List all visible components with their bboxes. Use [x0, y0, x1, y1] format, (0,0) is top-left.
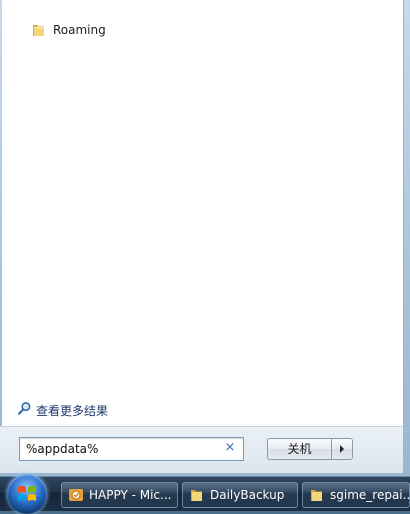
clear-search-icon[interactable]: ×: [223, 441, 237, 455]
see-more-results-link[interactable]: 查看更多结果: [17, 401, 108, 419]
search-icon: [17, 401, 32, 419]
taskbar-button-outlook[interactable]: HAPPY - Mic...: [61, 482, 178, 508]
search-results-pane: Roaming 查看更多结果: [2, 0, 404, 472]
taskbar-button-label: sgime_repai...: [330, 488, 409, 502]
folder-icon: [309, 487, 325, 503]
result-item-roaming[interactable]: Roaming: [27, 19, 110, 41]
result-label: Roaming: [53, 23, 106, 37]
taskbar-button-label: HAPPY - Mic...: [89, 488, 172, 502]
start-menu: Roaming 查看更多结果 × 关机: [0, 0, 410, 476]
search-input[interactable]: [20, 439, 216, 459]
shutdown-options-button[interactable]: [331, 438, 353, 460]
taskbar-button-sgime[interactable]: sgime_repai...: [302, 482, 410, 508]
start-button[interactable]: [7, 474, 47, 514]
folder-icon: [189, 487, 205, 503]
see-more-label: 查看更多结果: [36, 403, 109, 418]
taskbar-button-label: DailyBackup: [210, 488, 285, 502]
outlook-icon: [68, 487, 84, 503]
shutdown-group: 关机: [267, 438, 353, 460]
folder-icon: [31, 22, 47, 38]
search-box[interactable]: ×: [19, 437, 244, 461]
shutdown-button[interactable]: 关机: [267, 438, 331, 460]
taskbar-button-dailybackup[interactable]: DailyBackup: [182, 482, 298, 508]
taskbar: HAPPY - Mic... DailyBackup sgime_repai..…: [0, 474, 410, 514]
chevron-right-icon: [340, 445, 344, 453]
windows-logo-icon: [18, 486, 36, 501]
